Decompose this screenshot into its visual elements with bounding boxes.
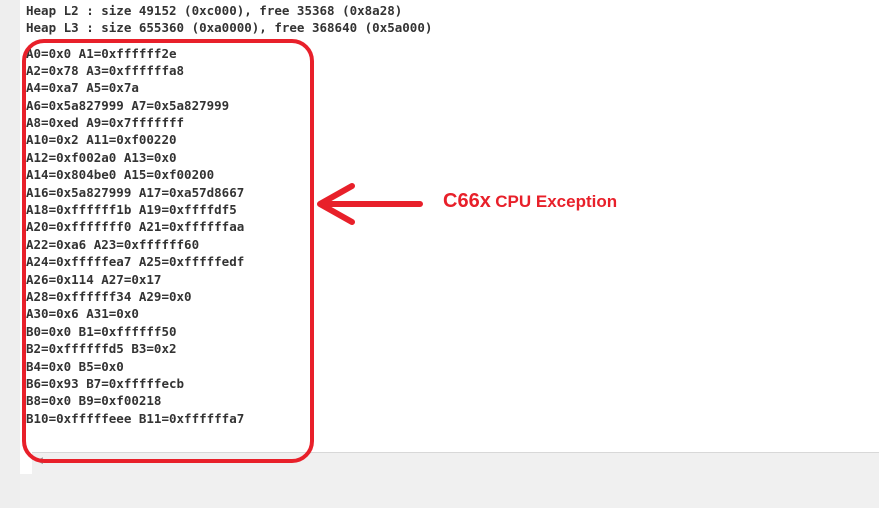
annotation-text: CPU Exception (495, 192, 618, 211)
arrow-left-icon (317, 183, 423, 225)
annotation-prefix: C66x (443, 190, 491, 212)
cpu-exception-annotation: C66x CPU Exception (443, 189, 617, 215)
